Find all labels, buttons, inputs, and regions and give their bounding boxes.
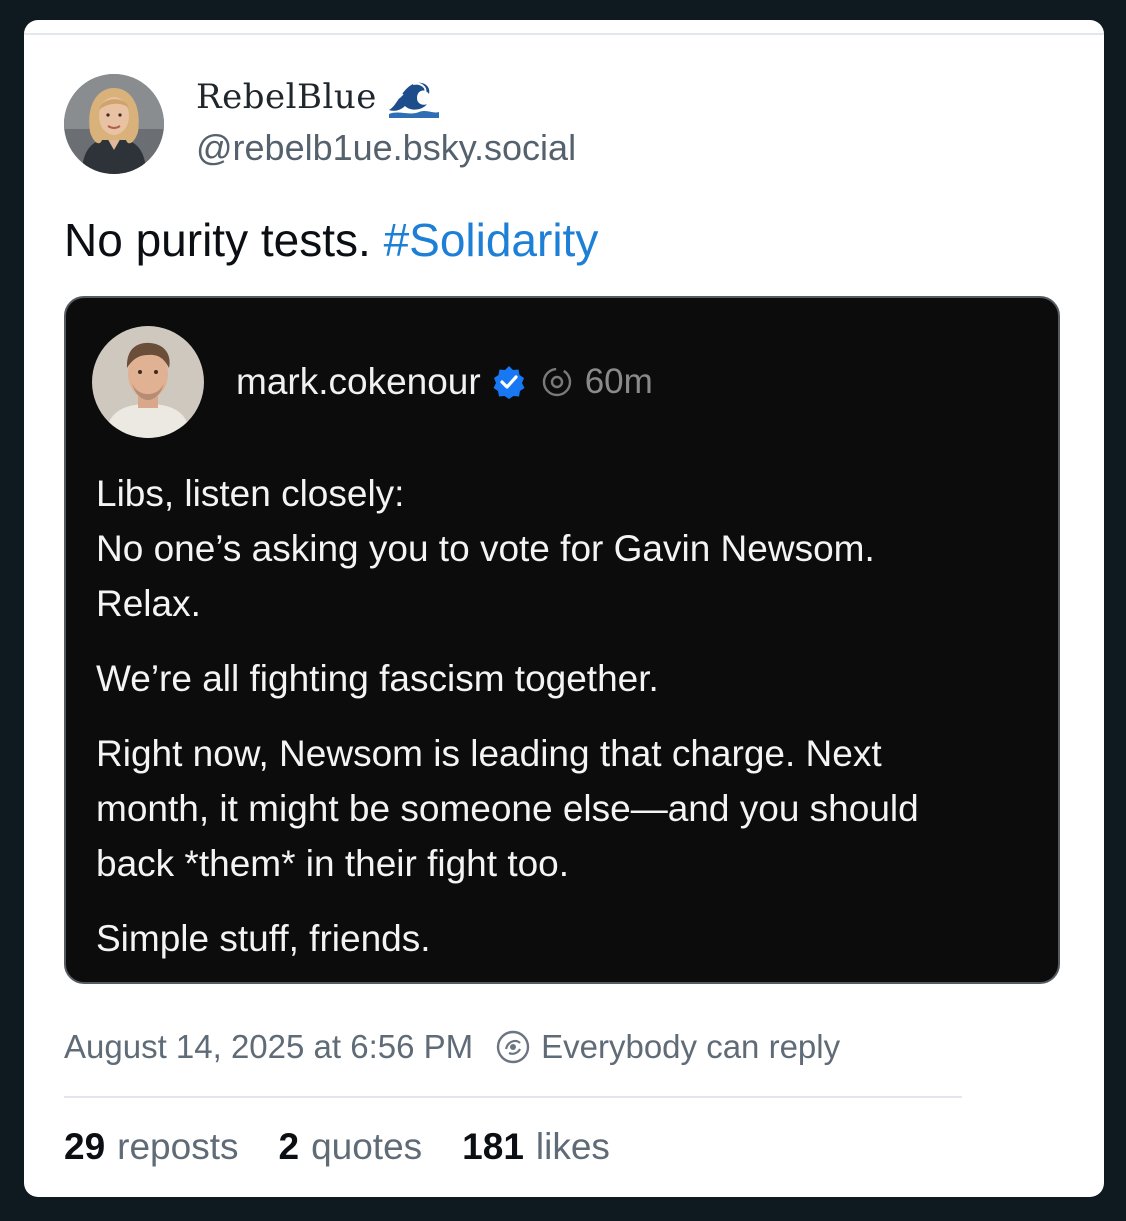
author-handle[interactable]: @rebelb1ue.bsky.social: [196, 126, 576, 170]
quoted-paragraph: Right now, Newsom is leading that charge…: [96, 726, 1036, 891]
wave-icon: [386, 76, 439, 118]
quoted-line: Libs, listen closely:: [96, 473, 405, 514]
quoted-line: month, it might be someone else—and you …: [96, 788, 919, 829]
quoted-author-avatar: [92, 326, 204, 438]
hashtag-link[interactable]: #Solidarity: [384, 214, 599, 266]
quoted-paragraph: We’re all fighting fascism together.: [96, 651, 1036, 706]
author-avatar[interactable]: [64, 74, 164, 174]
quoted-paragraph: Simple stuff, friends.: [96, 911, 1036, 966]
quoted-line: Simple stuff, friends.: [96, 918, 431, 959]
reposts-label: reposts: [117, 1126, 239, 1167]
quoted-line: We’re all fighting fascism together.: [96, 658, 659, 699]
quoted-post-time: 60m: [584, 362, 653, 401]
post-author[interactable]: RebelBlue @rebelb1ue.bsky.social: [64, 74, 576, 174]
quoted-post-header: mark.cokenour 60m: [92, 326, 653, 438]
quoted-line: Relax.: [96, 583, 201, 624]
reply-setting-label[interactable]: Everybody can reply: [541, 1026, 840, 1068]
quoted-line: Right now, Newsom is leading that charge…: [96, 733, 882, 774]
top-divider: [24, 33, 1104, 35]
post-stats: 29 reposts 2 quotes 181 likes: [64, 1124, 650, 1170]
author-display-name[interactable]: RebelBlue: [196, 76, 576, 118]
reposts-count: 29: [64, 1126, 106, 1167]
likes-stat[interactable]: 181 likes: [462, 1124, 610, 1170]
quoted-line: No one’s asking you to vote for Gavin Ne…: [96, 528, 875, 569]
quoted-author-name[interactable]: mark.cokenour: [236, 360, 481, 404]
post-timestamp[interactable]: August 14, 2025 at 6:56 PM: [64, 1026, 473, 1068]
quotes-label: quotes: [311, 1126, 423, 1167]
quoted-paragraph: Libs, listen closely: No one’s asking yo…: [96, 466, 1036, 631]
reply-settings-icon: [495, 1029, 531, 1065]
likes-label: likes: [535, 1126, 610, 1167]
display-name-text: RebelBlue: [196, 77, 377, 117]
post-meta: August 14, 2025 at 6:56 PM Everybody can…: [64, 1026, 840, 1068]
reposts-stat[interactable]: 29 reposts: [64, 1124, 239, 1170]
verified-badge-icon: [491, 364, 527, 400]
quoted-post-body: Libs, listen closely: No one’s asking yo…: [96, 466, 1036, 986]
quotes-stat[interactable]: 2 quotes: [279, 1124, 423, 1170]
post-card: RebelBlue @rebelb1ue.bsky.social No puri…: [24, 20, 1104, 1197]
likes-count: 181: [462, 1126, 524, 1167]
post-body-text: No purity tests.: [64, 214, 384, 266]
stats-divider: [64, 1096, 962, 1098]
post-text: No purity tests. #Solidarity: [64, 210, 598, 270]
quoted-post-embed[interactable]: mark.cokenour 60m Libs, listen closely: …: [64, 296, 1060, 984]
threads-icon: [541, 366, 573, 398]
quoted-line: back *them* in their fight too.: [96, 843, 570, 884]
author-names: RebelBlue @rebelb1ue.bsky.social: [196, 76, 576, 170]
quotes-count: 2: [278, 1126, 300, 1167]
